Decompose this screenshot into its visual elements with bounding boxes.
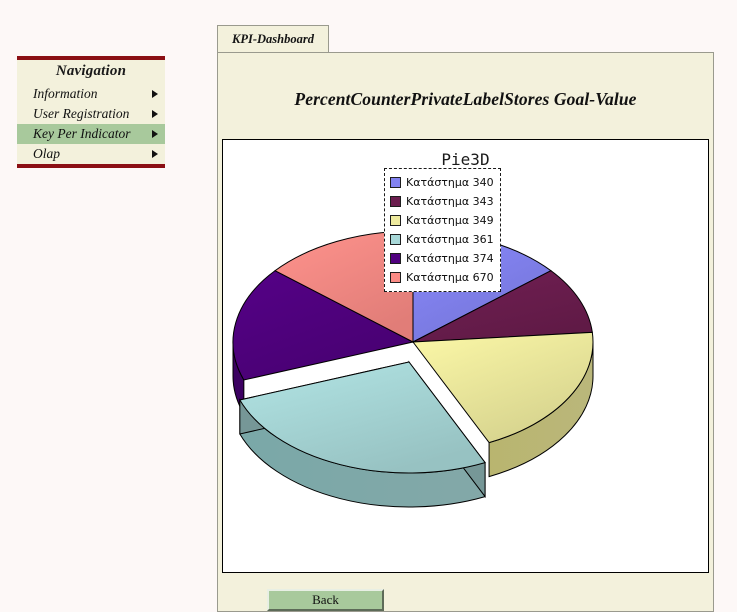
legend-label: Κατάστημα 361 (406, 233, 494, 246)
triangle-right-icon (152, 130, 158, 138)
navigation-menu: Navigation Information User Registration… (17, 56, 165, 168)
legend-item: Κατάστημα 361 (390, 230, 494, 249)
legend-label: Κατάστημα 670 (406, 271, 494, 284)
chart-legend: Κατάστημα 340 Κατάστημα 343 Κατάστημα 349 Κ… (384, 168, 501, 292)
legend-item: Κατάστημα 340 (390, 173, 494, 192)
legend-item: Κατάστημα 670 (390, 268, 494, 287)
legend-swatch-icon (390, 272, 401, 283)
legend-label: Κατάστημα 349 (406, 214, 494, 227)
sidebar-item-label: User Registration (33, 106, 130, 121)
legend-label: Κατάστημα 343 (406, 195, 494, 208)
legend-item: Κατάστημα 349 (390, 211, 494, 230)
triangle-right-icon (152, 110, 158, 118)
legend-swatch-icon (390, 196, 401, 207)
legend-swatch-icon (390, 177, 401, 188)
triangle-right-icon (152, 90, 158, 98)
sidebar-item-label: Key Per Indicator (33, 126, 131, 141)
page-title: PercentCounterPrivateLabelStores Goal-Va… (294, 89, 637, 109)
back-button[interactable]: Back (267, 589, 384, 611)
legend-swatch-icon (390, 234, 401, 245)
sidebar-item-olap[interactable]: Olap (17, 144, 165, 164)
legend-label: Κατάστημα 340 (406, 176, 494, 189)
legend-label: Κατάστημα 374 (406, 252, 494, 265)
legend-swatch-icon (390, 215, 401, 226)
triangle-right-icon (152, 150, 158, 158)
sidebar-item-label: Information (33, 86, 98, 101)
sidebar-item-user-registration[interactable]: User Registration (17, 104, 165, 124)
sidebar-item-information[interactable]: Information (17, 84, 165, 104)
tab-kpi-dashboard[interactable]: KPI-Dashboard (217, 25, 329, 53)
tab-strip: KPI-Dashboard (217, 25, 329, 53)
legend-swatch-icon (390, 253, 401, 264)
legend-item: Κατάστημα 343 (390, 192, 494, 211)
sidebar-item-key-per-indicator[interactable]: Key Per Indicator (17, 124, 165, 144)
sidebar-item-label: Olap (33, 146, 60, 161)
navigation-title: Navigation (55, 63, 127, 79)
legend-item: Κατάστημα 374 (390, 249, 494, 268)
